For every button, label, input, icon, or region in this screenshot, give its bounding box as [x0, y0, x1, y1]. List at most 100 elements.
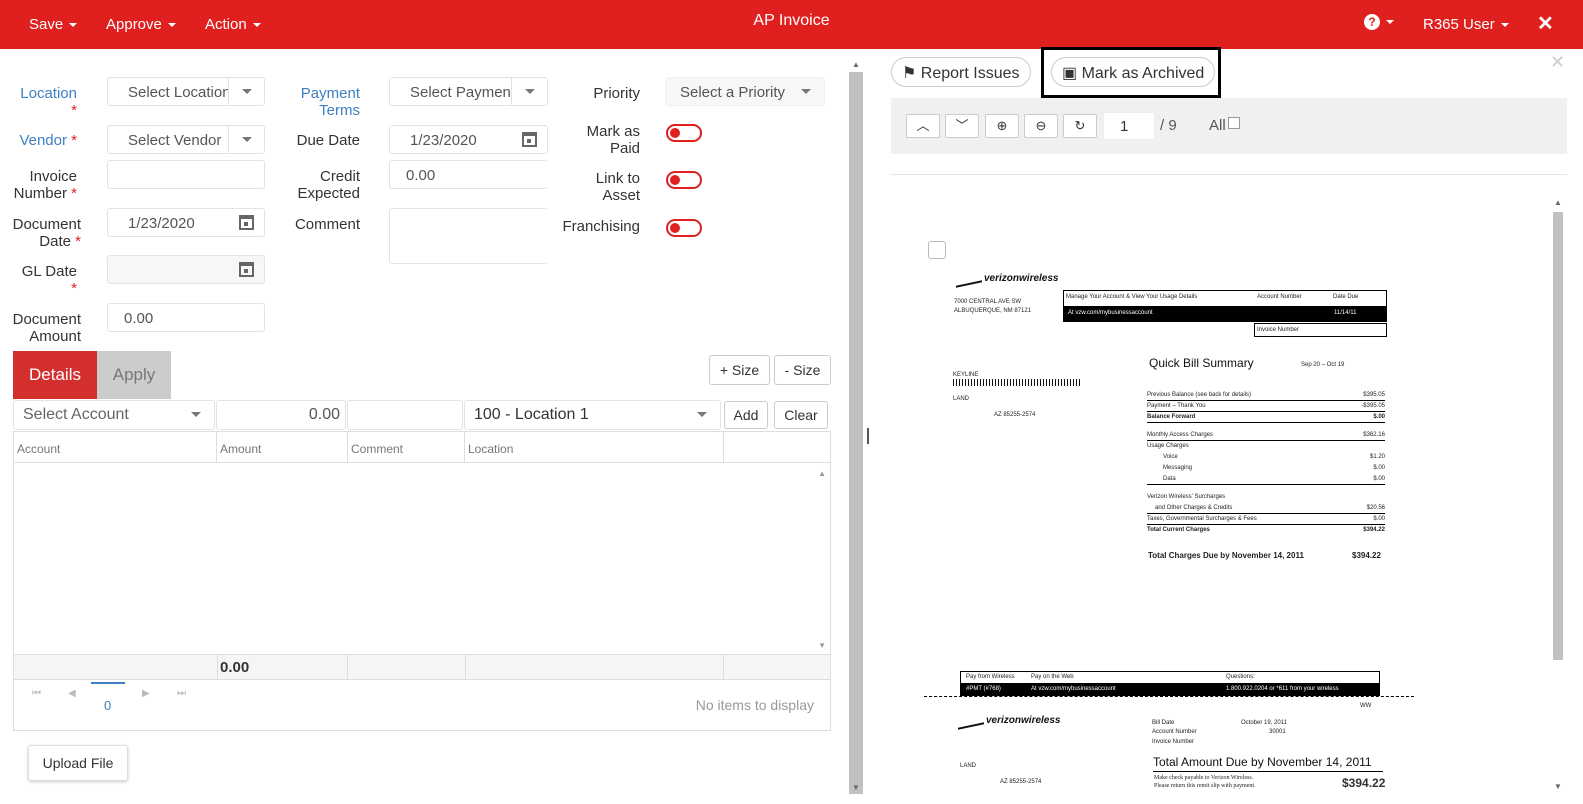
- tab-details[interactable]: Details: [13, 351, 97, 399]
- last-page-icon[interactable]: ⏭: [177, 688, 186, 699]
- bill-row: Data $.00: [1147, 475, 1385, 485]
- column-header-amount[interactable]: Amount: [217, 432, 348, 462]
- form-scrollbar[interactable]: ▲ ▼: [849, 58, 863, 796]
- pane-splitter[interactable]: [867, 428, 869, 444]
- document-date-label: Document Date *: [5, 216, 81, 250]
- mark-as-paid-toggle[interactable]: [666, 124, 702, 142]
- doc-land-2: LAND: [960, 763, 977, 769]
- dropdown-arrow-icon[interactable]: [511, 78, 547, 105]
- first-page-icon[interactable]: ⏮: [32, 688, 41, 699]
- next-page-icon[interactable]: ▶: [142, 688, 150, 699]
- due-date-input[interactable]: 1/23/2020: [389, 125, 548, 154]
- add-button[interactable]: Add: [724, 401, 768, 429]
- scrollbar-thumb[interactable]: [849, 72, 863, 794]
- bill-row-value: $362.16: [1363, 432, 1385, 438]
- archive-icon: ▣: [1062, 65, 1078, 82]
- report-issues-button[interactable]: ⚑ Report Issues: [891, 57, 1031, 87]
- franchising-toggle[interactable]: [666, 219, 702, 237]
- help-menu[interactable]: ?: [1364, 14, 1394, 30]
- close-icon[interactable]: ✕: [1537, 11, 1554, 36]
- tab-apply[interactable]: Apply: [97, 351, 171, 399]
- bill-row-label: Balance Forward: [1147, 414, 1196, 420]
- bill-row: Previous Balance (see back for details) $…: [1147, 391, 1385, 401]
- scroll-down-icon[interactable]: ▼: [852, 783, 860, 792]
- upload-file-button[interactable]: Upload File: [28, 745, 128, 781]
- calendar-icon[interactable]: [239, 215, 254, 230]
- viewer-scrollbar-thumb[interactable]: [1553, 212, 1563, 660]
- vendor-select-value: Select Vendor: [128, 132, 222, 149]
- gl-date-input[interactable]: [107, 255, 265, 284]
- page-number-input[interactable]: 1: [1103, 112, 1155, 140]
- required-mark: *: [71, 132, 77, 149]
- prev-page-icon[interactable]: ◀: [68, 688, 76, 699]
- grid-pager: ⏮ ◀ 0 ▶ ⏭ No items to display: [14, 680, 830, 730]
- column-header-location[interactable]: Location: [465, 432, 724, 462]
- dropdown-arrow-icon[interactable]: [684, 401, 720, 428]
- viewer-scrollbar[interactable]: ▲ ▼: [1551, 196, 1565, 796]
- comment-textarea[interactable]: [389, 208, 548, 264]
- document-amount-input[interactable]: 0.00: [107, 303, 265, 332]
- calendar-icon[interactable]: [239, 262, 254, 277]
- bill-row-label: Taxes, Governmental Surcharges & Fees: [1147, 516, 1257, 522]
- clear-button[interactable]: Clear: [774, 401, 828, 429]
- dropdown-arrow-icon[interactable]: [788, 78, 824, 105]
- tear-line: [924, 696, 1414, 697]
- payment-terms-select[interactable]: Select Payment: [389, 77, 548, 106]
- prev-page-button[interactable]: ︿: [906, 114, 940, 138]
- vendor-select[interactable]: Select Vendor: [107, 125, 265, 154]
- scroll-down-icon[interactable]: ▼: [1554, 782, 1562, 791]
- doc-payable-2: Please return this remit slip with payme…: [1154, 783, 1256, 789]
- doc-account-number-label-2: Account Number: [1152, 729, 1197, 735]
- mark-as-archived-button[interactable]: ▣ Mark as Archived: [1051, 57, 1216, 87]
- size-plus-button[interactable]: + Size: [709, 355, 770, 385]
- dropdown-arrow-icon[interactable]: [178, 401, 214, 428]
- document-preview: verizonwireless 7000 CENTRAL AVE SW ALBU…: [891, 195, 1549, 795]
- grid-footer: 0.00: [14, 654, 830, 680]
- user-menu[interactable]: R365 User: [1423, 16, 1509, 33]
- location-select[interactable]: Select Location: [107, 77, 265, 106]
- rotate-icon[interactable]: ↻: [1063, 114, 1097, 138]
- column-header-account[interactable]: Account: [14, 432, 217, 462]
- doc-bill-date: October 19, 2011: [1241, 720, 1287, 726]
- document-date-input[interactable]: 1/23/2020: [107, 208, 265, 237]
- link-to-asset-label-line2: Asset: [602, 187, 640, 204]
- dropdown-arrow-icon[interactable]: [228, 78, 264, 105]
- zoom-out-icon[interactable]: ⊖: [1024, 114, 1058, 138]
- user-name: R365 User: [1423, 16, 1495, 33]
- verizon-logo: verizonwireless: [984, 273, 1059, 284]
- credit-expected-input[interactable]: 0.00: [389, 160, 548, 189]
- link-to-asset-toggle[interactable]: [666, 171, 702, 189]
- details-grid: Account Amount Comment Location ▲ ▼ 0.00…: [13, 431, 831, 731]
- size-minus-button[interactable]: - Size: [774, 355, 831, 385]
- bill-row-value: $394.22: [1363, 527, 1385, 533]
- comment-input[interactable]: [347, 400, 463, 430]
- column-header-comment[interactable]: Comment: [348, 432, 465, 462]
- calendar-icon[interactable]: [522, 132, 537, 147]
- zoom-in-icon[interactable]: ⊕: [985, 114, 1019, 138]
- scroll-up-icon[interactable]: ▲: [1554, 198, 1562, 207]
- close-viewer-icon[interactable]: ✕: [1550, 52, 1565, 73]
- scroll-down-icon[interactable]: ▼: [818, 641, 826, 650]
- all-checkbox[interactable]: [1228, 117, 1240, 129]
- location-label-text: Location: [20, 85, 77, 102]
- doc-slip-bar: #PMT (#768) At vzw.com/mybusinessaccount…: [961, 683, 1379, 695]
- bill-row: Voice $1.20: [1147, 453, 1385, 463]
- doc-slip-fmt: #PMT (#768): [966, 686, 1001, 692]
- scroll-up-icon[interactable]: ▲: [852, 60, 860, 69]
- doc-account-number-label: Account Number: [1257, 294, 1302, 300]
- current-page-number[interactable]: 0: [104, 698, 111, 713]
- bill-row-value: $.00: [1373, 414, 1385, 420]
- doc-total-due-label: Total Charges Due by November 14, 2011: [1148, 551, 1304, 560]
- dropdown-arrow-icon[interactable]: [228, 126, 264, 153]
- invoice-number-input[interactable]: [107, 160, 265, 189]
- bill-row: Usage Charges: [1147, 442, 1385, 452]
- next-page-button[interactable]: ﹀: [945, 114, 979, 138]
- amount-input[interactable]: 0.00: [216, 400, 346, 430]
- scroll-up-icon[interactable]: ▲: [818, 469, 826, 478]
- chevron-down-icon: [1500, 22, 1509, 27]
- priority-select[interactable]: Select a Priority: [665, 77, 825, 106]
- bill-row-label: Total Current Charges: [1147, 527, 1210, 533]
- location-grid-select[interactable]: 100 - Location 1: [464, 400, 721, 430]
- account-select[interactable]: Select Account: [13, 400, 215, 430]
- page-select-checkbox[interactable]: [928, 241, 946, 259]
